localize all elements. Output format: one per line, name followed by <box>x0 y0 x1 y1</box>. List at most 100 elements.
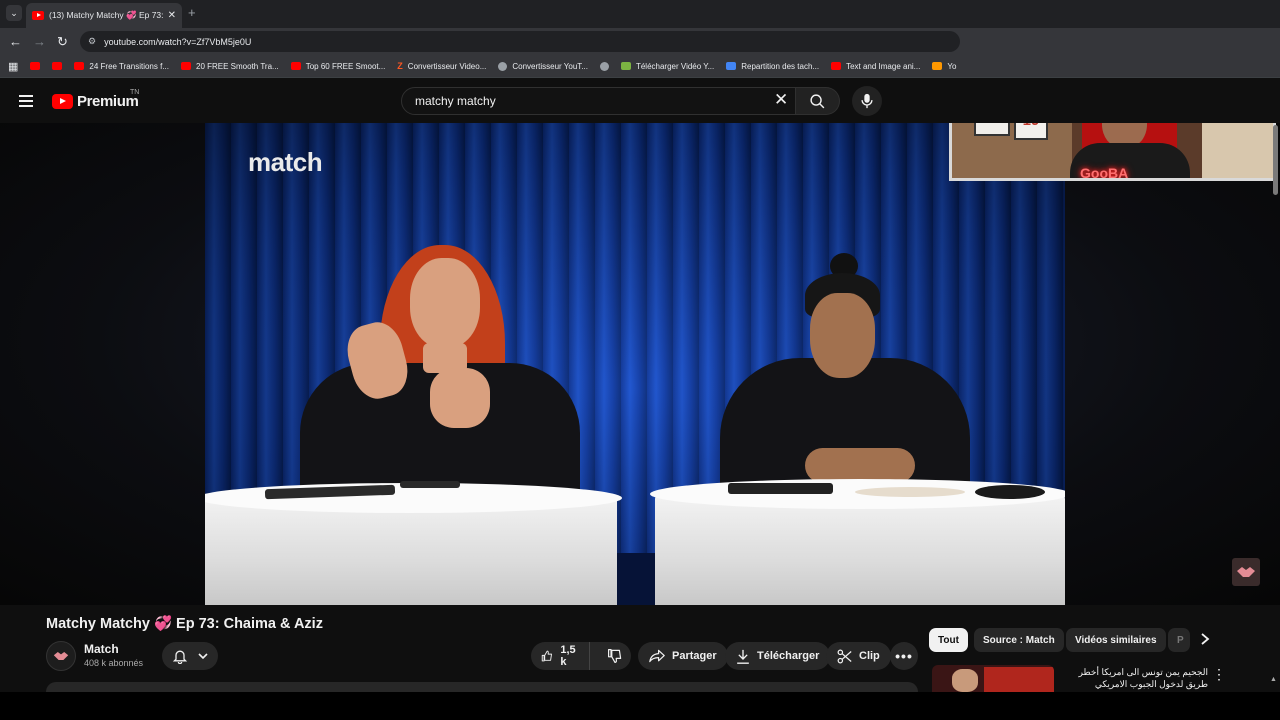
tab-list-chevron-icon[interactable]: ⌄ <box>6 5 22 21</box>
notifications-button[interactable] <box>162 642 218 670</box>
wooden-board <box>855 487 965 497</box>
youtube-icon <box>52 62 63 70</box>
converter-icon <box>498 61 508 71</box>
bookmark-item[interactable] <box>599 61 609 71</box>
tab-title: (13) Matchy Matchy 💞 Ep 73: ... <box>49 10 163 20</box>
search-input[interactable]: matchy matchy <box>401 87 796 115</box>
bookmark-item[interactable] <box>30 62 41 70</box>
bookmark-label: Convertisseur Video... <box>407 61 487 71</box>
youtube-premium-logo[interactable]: Premium <box>52 93 139 110</box>
like-button[interactable]: 1,5 k <box>531 642 591 670</box>
more-vertical-icon[interactable]: ⋮ <box>1212 667 1226 681</box>
menu-hamburger-icon[interactable] <box>19 95 33 107</box>
bookmark-item[interactable]: Repartition des tach... <box>726 62 819 71</box>
browser-tab-active[interactable]: (13) Matchy Matchy 💞 Ep 73: ... ✕ <box>26 3 182 28</box>
video-player[interactable]: match 18 19 GooBA <box>0 123 1280 605</box>
bookmark-item[interactable]: Convertisseur YouT... <box>498 61 588 71</box>
forward-arrow-icon[interactable]: → <box>33 34 46 49</box>
clip-button[interactable]: Clip <box>826 642 891 670</box>
scissors-icon <box>837 649 852 663</box>
more-actions-button[interactable]: ••• <box>890 642 918 670</box>
jersey-number: 18 <box>976 123 1008 124</box>
folded-cloth <box>975 485 1045 499</box>
bookmark-item[interactable] <box>52 62 63 70</box>
channel-watermark-icon[interactable] <box>1232 558 1260 586</box>
site-info-icon[interactable]: ⚙ <box>88 36 96 47</box>
recommended-video-thumbnail[interactable] <box>932 665 1054 692</box>
youtube-icon <box>30 62 41 70</box>
video-title: Matchy Matchy 💞 Ep 73: Chaima & Aziz <box>46 616 323 632</box>
search-button[interactable] <box>796 87 840 115</box>
webcam-wall <box>952 123 1072 178</box>
back-arrow-icon[interactable]: ← <box>9 34 22 49</box>
handshake-icon <box>53 652 69 660</box>
thumbnail-face <box>952 669 978 692</box>
streamer-name-neon: GooBA <box>1080 165 1129 181</box>
bookmark-item[interactable]: Télécharger Vidéo Y... <box>620 61 715 71</box>
like-count: 1,5 k <box>560 644 576 668</box>
chip-next-chevron-icon[interactable] <box>1200 632 1210 648</box>
download-button[interactable]: Télécharger <box>725 642 831 670</box>
chevron-down-icon <box>198 653 208 660</box>
share-label: Partager <box>672 650 717 662</box>
bookmark-label: 24 Free Transitions f... <box>89 61 169 71</box>
search-query: matchy matchy <box>415 94 496 108</box>
channel-name[interactable]: Match <box>84 642 119 656</box>
bookmark-item[interactable]: Text and Image ani... <box>831 62 920 71</box>
right-tablet <box>728 483 833 494</box>
chip-all[interactable]: Tout <box>929 628 968 652</box>
new-tab-button[interactable]: + <box>188 5 196 20</box>
bookmark-label: Top 60 FREE Smoot... <box>305 61 386 71</box>
tab-close-icon[interactable]: ✕ <box>168 10 176 21</box>
left-tablet-2 <box>400 481 460 488</box>
streamer-webcam-overlay: 18 19 GooBA <box>949 123 1276 181</box>
download-icon <box>620 62 631 70</box>
bookmark-item[interactable]: 24 Free Transitions f... <box>74 62 169 71</box>
bookmark-label: 20 FREE Smooth Tra... <box>196 61 279 71</box>
thumbs-up-icon <box>541 650 552 662</box>
recommended-video-title[interactable]: الجحيم يمن تونس الى امريكا أخطر طريق لدخ… <box>1058 666 1208 690</box>
dislike-button[interactable] <box>597 642 633 670</box>
share-button[interactable]: Partager <box>638 642 728 670</box>
bookmark-item[interactable]: Yo <box>932 62 956 71</box>
bookmarks-bar: ▦ 24 Free Transitions f... 20 FREE Smoot… <box>0 55 1280 78</box>
bookmark-item[interactable]: Z Convertisseur Video... <box>397 61 486 71</box>
description-box[interactable] <box>46 682 918 692</box>
page-scrollbar[interactable] <box>1273 125 1278 195</box>
youtube-icon <box>74 62 85 70</box>
address-bar[interactable]: ⚙ youtube.com/watch?v=Zf7VbM5je0U <box>80 31 960 52</box>
bookmark-item[interactable]: 20 FREE Smooth Tra... <box>181 62 279 71</box>
youtube-icon <box>181 62 191 70</box>
bookmark-label: Télécharger Vidéo Y... <box>635 61 715 71</box>
chip-partial[interactable]: P <box>1168 628 1190 652</box>
man-hands <box>805 448 915 483</box>
url-text: youtube.com/watch?v=Zf7VbM5je0U <box>104 36 252 47</box>
jersey-19: 19 <box>1014 123 1048 140</box>
bookmark-item[interactable]: Top 60 FREE Smoot... <box>290 61 386 71</box>
browser-toolbar: ← → ↻ ⚙ youtube.com/watch?v=Zf7VbM5je0U <box>0 28 1280 55</box>
clear-search-icon[interactable]: ✕ <box>774 91 788 109</box>
woman-face <box>410 258 480 348</box>
chip-source[interactable]: Source : Match <box>974 628 1064 652</box>
chip-similar-videos[interactable]: Vidéos similaires <box>1066 628 1166 652</box>
thumbnail-art <box>984 667 1054 692</box>
microphone-icon <box>861 93 873 109</box>
match-watermark-logo: match <box>248 147 323 177</box>
youtube-play-logo-icon <box>52 94 73 109</box>
search-icon <box>810 93 825 108</box>
channel-avatar[interactable] <box>46 641 76 671</box>
man-face <box>810 293 875 378</box>
z-icon: Z <box>397 61 403 71</box>
scroll-up-arrow-icon[interactable]: ▲ <box>1270 676 1277 683</box>
taskbar-strip <box>0 692 1280 720</box>
youtube-header: Premium TN matchy matchy ✕ <box>0 78 1280 123</box>
right-table <box>655 495 1065 605</box>
bookmark-label: Text and Image ani... <box>846 61 921 71</box>
apps-grid-icon[interactable]: ▦ <box>8 60 18 73</box>
reload-icon[interactable]: ↻ <box>57 34 68 50</box>
subscriber-count: 408 k abonnés <box>84 658 144 668</box>
bookmark-label: Repartition des tach... <box>741 61 820 71</box>
voice-search-button[interactable] <box>852 86 882 116</box>
handshake-icon <box>1237 567 1255 577</box>
webcam-cabinet <box>1202 123 1273 178</box>
